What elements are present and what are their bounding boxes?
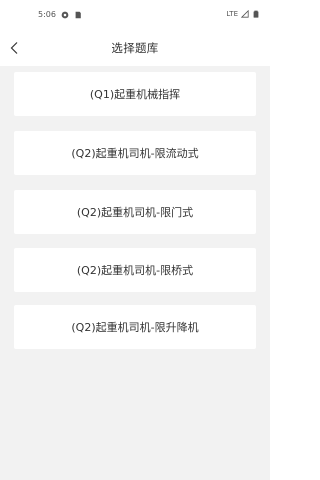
status-bar: 5:06 LTE bbox=[0, 0, 270, 30]
network-type: LTE bbox=[226, 10, 238, 18]
signal-icon bbox=[241, 10, 249, 18]
header: 选择题库 bbox=[0, 30, 270, 66]
status-time: 5:06 bbox=[38, 10, 56, 19]
battery-icon bbox=[253, 10, 259, 18]
status-left: 5:06 bbox=[38, 10, 82, 19]
bank-option-q2-gantry[interactable]: (Q2)起重机司机-限门式 bbox=[14, 190, 256, 234]
bank-option-q2-elevator[interactable]: (Q2)起重机司机-限升降机 bbox=[14, 305, 256, 349]
sd-card-icon bbox=[75, 11, 81, 18]
page-title: 选择题库 bbox=[111, 41, 159, 55]
bank-option-q1-commander[interactable]: (Q1)起重机械指挥 bbox=[14, 72, 256, 116]
status-right: LTE bbox=[226, 10, 260, 18]
bank-option-q2-mobile[interactable]: (Q2)起重机司机-限流动式 bbox=[14, 131, 256, 175]
bank-option-q2-bridge[interactable]: (Q2)起重机司机-限桥式 bbox=[14, 248, 256, 292]
settings-dot-icon bbox=[61, 11, 69, 18]
question-bank-list: (Q1)起重机械指挥 (Q2)起重机司机-限流动式 (Q2)起重机司机-限门式 … bbox=[0, 66, 270, 480]
